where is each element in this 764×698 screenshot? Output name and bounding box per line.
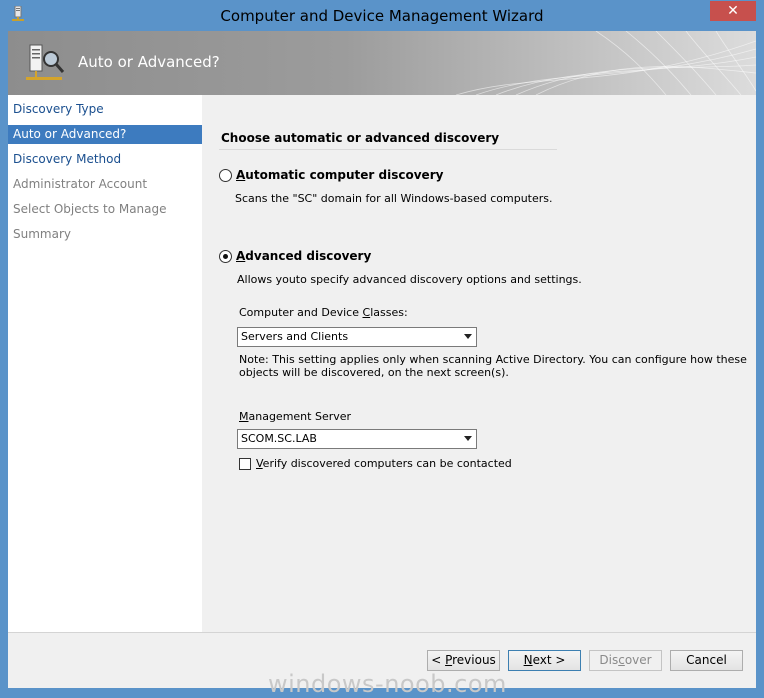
discovery-server-icon xyxy=(26,44,65,80)
management-server-value: SCOM.SC.LAB xyxy=(241,432,317,445)
automatic-discovery-description: Scans the "SC" domain for all Windows-ba… xyxy=(235,192,553,205)
device-classes-label: Computer and Device Classes: xyxy=(239,306,408,319)
management-server-label: Management Server xyxy=(239,410,352,423)
step-administrator-account: Administrator Account xyxy=(13,177,148,191)
section-divider xyxy=(219,149,557,150)
previous-button[interactable]: < Previous xyxy=(427,650,500,671)
step-discovery-method[interactable]: Discovery Method xyxy=(8,150,202,169)
step-summary: Summary xyxy=(13,227,71,241)
cancel-button[interactable]: Cancel xyxy=(670,650,743,671)
next-button[interactable]: Next > xyxy=(508,650,581,671)
section-title: Choose automatic or advanced discovery xyxy=(221,131,500,145)
header-wave-decoration xyxy=(455,31,756,95)
note-text: Note: This setting applies only when sca… xyxy=(239,353,747,379)
chevron-down-icon xyxy=(464,436,472,441)
footer-divider xyxy=(8,632,756,633)
note-line-2: objects will be discovered, on the next … xyxy=(239,366,509,379)
wizard-client-area: Auto or Advanced? Discovery Type Auto or… xyxy=(8,31,756,688)
note-line-1: Note: This setting applies only when sca… xyxy=(239,353,747,366)
wizard-window: Computer and Device Management Wizard ✕ xyxy=(0,0,764,698)
device-classes-value: Servers and Clients xyxy=(241,330,349,343)
close-button[interactable]: ✕ xyxy=(710,1,756,21)
advanced-discovery-radio[interactable] xyxy=(219,250,232,263)
step-select-objects: Select Objects to Manage xyxy=(13,202,167,216)
management-server-dropdown[interactable]: SCOM.SC.LAB xyxy=(237,429,477,449)
wizard-main-panel: Choose automatic or advanced discovery A… xyxy=(202,95,756,632)
chevron-down-icon xyxy=(464,334,472,339)
step-auto-or-advanced[interactable]: Auto or Advanced? xyxy=(8,125,202,144)
page-title: Auto or Advanced? xyxy=(78,53,220,71)
verify-checkbox-label[interactable]: Verify discovered computers can be conta… xyxy=(256,457,512,470)
title-bar[interactable]: Computer and Device Management Wizard ✕ xyxy=(0,0,764,31)
verify-checkbox[interactable] xyxy=(239,458,251,470)
device-classes-dropdown[interactable]: Servers and Clients xyxy=(237,327,477,347)
window-title: Computer and Device Management Wizard xyxy=(220,7,544,25)
wizard-steps-sidebar: Discovery Type Auto or Advanced? Discove… xyxy=(8,95,202,632)
wizard-header: Auto or Advanced? xyxy=(8,31,756,95)
watermark-text: windows-noob.com xyxy=(268,670,507,698)
automatic-discovery-radio[interactable] xyxy=(219,169,232,182)
automatic-discovery-label[interactable]: Automatic computer discovery xyxy=(236,168,443,182)
discover-button: Discover xyxy=(589,650,662,671)
step-discovery-type[interactable]: Discovery Type xyxy=(8,100,202,119)
advanced-discovery-label[interactable]: Advanced discovery xyxy=(236,249,371,263)
advanced-discovery-description: Allows youto specify advanced discovery … xyxy=(237,273,582,286)
